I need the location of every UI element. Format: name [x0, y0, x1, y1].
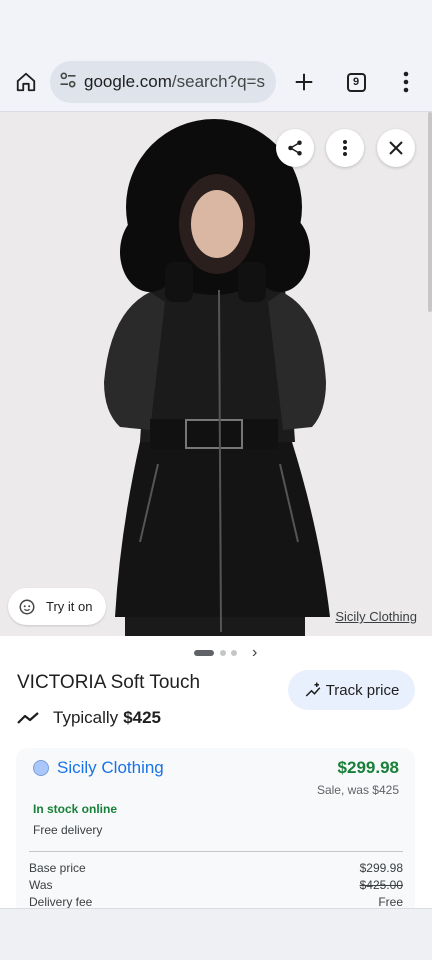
more-menu-icon[interactable] [390, 52, 422, 112]
pager-dot[interactable] [231, 650, 237, 656]
track-price-label: Track price [325, 681, 400, 699]
tab-count: 9 [346, 72, 366, 92]
site-settings-icon[interactable] [58, 70, 78, 95]
try-it-on-button[interactable]: Try it on [8, 588, 107, 625]
url-host: google.com [84, 72, 172, 91]
image-pager: › [0, 644, 432, 662]
typically-label: Typically [53, 708, 119, 727]
track-price-icon [305, 682, 321, 697]
trend-icon [17, 712, 39, 724]
scrollbar[interactable] [428, 112, 432, 312]
pager-dot-active[interactable] [194, 650, 214, 656]
product-title: VICTORIA Soft Touch [17, 672, 201, 693]
merchant-link[interactable]: Sicily Clothing [33, 758, 164, 778]
image-more-button[interactable] [326, 129, 364, 167]
breakdown-label: Base price [29, 861, 86, 875]
breakdown-value: Free [378, 895, 403, 909]
new-tab-icon[interactable] [286, 52, 322, 112]
share-button[interactable] [276, 129, 314, 167]
close-icon [389, 141, 403, 155]
bottom-navigation-bar [0, 908, 432, 960]
try-on-icon [19, 599, 35, 614]
divider [29, 851, 403, 852]
url-text: google.com/search?q=s [84, 72, 265, 92]
product-image-viewer[interactable]: Try it on Sicily Clothing [0, 112, 432, 636]
offer-card[interactable]: Sicily Clothing $299.98 Sale, was $425 I… [16, 748, 415, 918]
address-bar[interactable]: google.com/search?q=s [50, 61, 276, 103]
pager-dot[interactable] [220, 650, 226, 656]
breakdown-row: Delivery fee Free [29, 895, 403, 909]
chevron-right-icon[interactable]: › [252, 644, 257, 662]
stock-status: In stock online [33, 802, 118, 816]
offer-price: $299.98 [337, 758, 399, 777]
merchant-name: Sicily Clothing [57, 758, 164, 777]
typical-price: $425 [123, 708, 162, 727]
breakdown-row: Base price $299.98 [29, 861, 403, 875]
more-vert-icon [343, 140, 347, 156]
delivery-info: Free delivery [33, 823, 103, 837]
breakdown-label: Delivery fee [29, 895, 93, 909]
share-icon [288, 140, 302, 156]
close-button[interactable] [377, 129, 415, 167]
breakdown-value: $299.98 [359, 861, 403, 875]
breakdown-value: $425.00 [359, 878, 403, 892]
breakdown-row: Was $425.00 [29, 878, 403, 892]
home-icon[interactable] [8, 52, 44, 112]
image-source-link[interactable]: Sicily Clothing [332, 608, 420, 625]
try-it-on-label: Try it on [46, 599, 93, 614]
browser-toolbar: google.com/search?q=s 9 [0, 52, 432, 112]
track-price-button[interactable]: Track price [288, 670, 415, 710]
url-path: /search?q=s [171, 72, 265, 91]
product-image [0, 112, 432, 636]
sale-note: Sale, was $425 [316, 783, 399, 797]
breakdown-label: Was [29, 878, 53, 892]
globe-icon [33, 760, 49, 776]
typical-price-row: Typically $425 [17, 708, 161, 728]
status-bar [0, 0, 432, 52]
tab-switcher-button[interactable]: 9 [338, 52, 374, 112]
